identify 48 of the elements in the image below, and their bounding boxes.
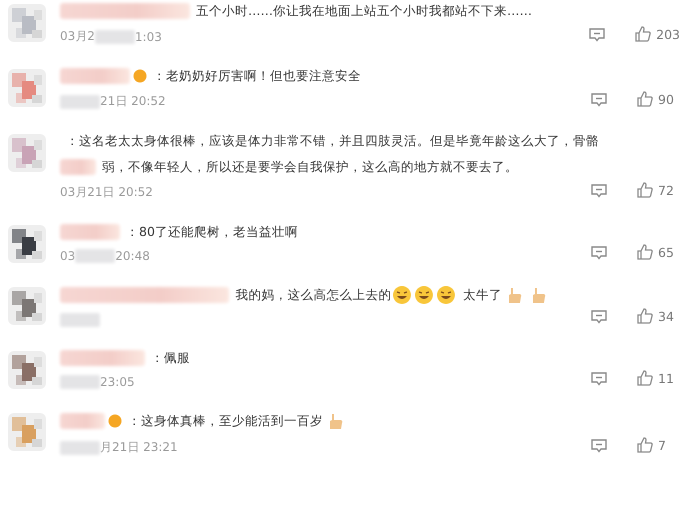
comment-text: ：这身体真棒，至少能活到一百岁: [128, 412, 323, 430]
blurred-date: [75, 249, 116, 263]
comment-date: 03月21日 20:52: [60, 184, 153, 201]
like-count: 34: [658, 308, 675, 324]
thumbs-up-icon[interactable]: [636, 436, 654, 454]
thumbs-up-icon[interactable]: [636, 369, 654, 387]
comment-icon[interactable]: [590, 438, 608, 454]
blurred-date: [60, 440, 100, 454]
comment-date: 03月2: [60, 28, 95, 45]
comment-text: ：佩服: [151, 349, 190, 367]
comment-text: ：80了还能爬树，老当益壮啊: [126, 223, 298, 241]
thumbs-up-icon[interactable]: [636, 307, 654, 325]
comment-date: 月21日 23:21: [100, 439, 178, 456]
blurred-username: [60, 224, 120, 240]
comment-icon[interactable]: [590, 183, 608, 199]
blurred-text: [60, 159, 96, 175]
comment-icon[interactable]: [590, 371, 608, 387]
comment-text: ：老奶奶好厉害啊！但也要注意安全: [153, 67, 361, 85]
comment-date: 1:03: [134, 30, 162, 44]
blurred-username: [60, 413, 105, 429]
like-count: 65: [658, 244, 675, 260]
comment-date: 21日 20:52: [100, 93, 166, 110]
like-count: 11: [658, 370, 675, 386]
like-count: 72: [658, 182, 675, 198]
blurred-date: [94, 30, 135, 44]
like-count: 7: [658, 438, 667, 452]
blurred-date: [60, 375, 100, 389]
comment-text: ：这名老太太身体很棒，应该是体力非常不错，并且四肢灵活。但是毕竟年龄这么大了，骨骼: [66, 132, 599, 150]
comment-text: 弱，不像年轻人，所以还是要学会自我保护，这么高的地方就不要去了。: [102, 158, 518, 176]
comment-text: 太牛了: [463, 286, 502, 304]
comment-icon[interactable]: [590, 309, 608, 325]
blurred-username: [60, 68, 130, 84]
blurred-date: [60, 94, 100, 108]
thumbs-up-icon[interactable]: [636, 90, 654, 108]
comment-text: 我的妈，这么高怎么上去的: [235, 286, 392, 304]
like-count: 90: [658, 92, 675, 106]
comment-icon[interactable]: [590, 245, 608, 261]
comment-text: 五个小时……你让我在地面上站五个小时我都站不下来……: [196, 2, 532, 20]
thumbs-up-icon[interactable]: [636, 243, 654, 261]
thumbs-up-icon[interactable]: [636, 181, 654, 199]
comment-icon[interactable]: [588, 27, 606, 43]
comment-date: 03: [60, 249, 76, 263]
comment-date: 20:48: [115, 249, 150, 263]
like-count: 203: [656, 26, 680, 42]
comment-icon[interactable]: [590, 92, 608, 108]
thumbs-up-icon[interactable]: [634, 25, 652, 43]
blurred-date: [60, 313, 100, 327]
comment-date: 23:05: [100, 375, 135, 389]
